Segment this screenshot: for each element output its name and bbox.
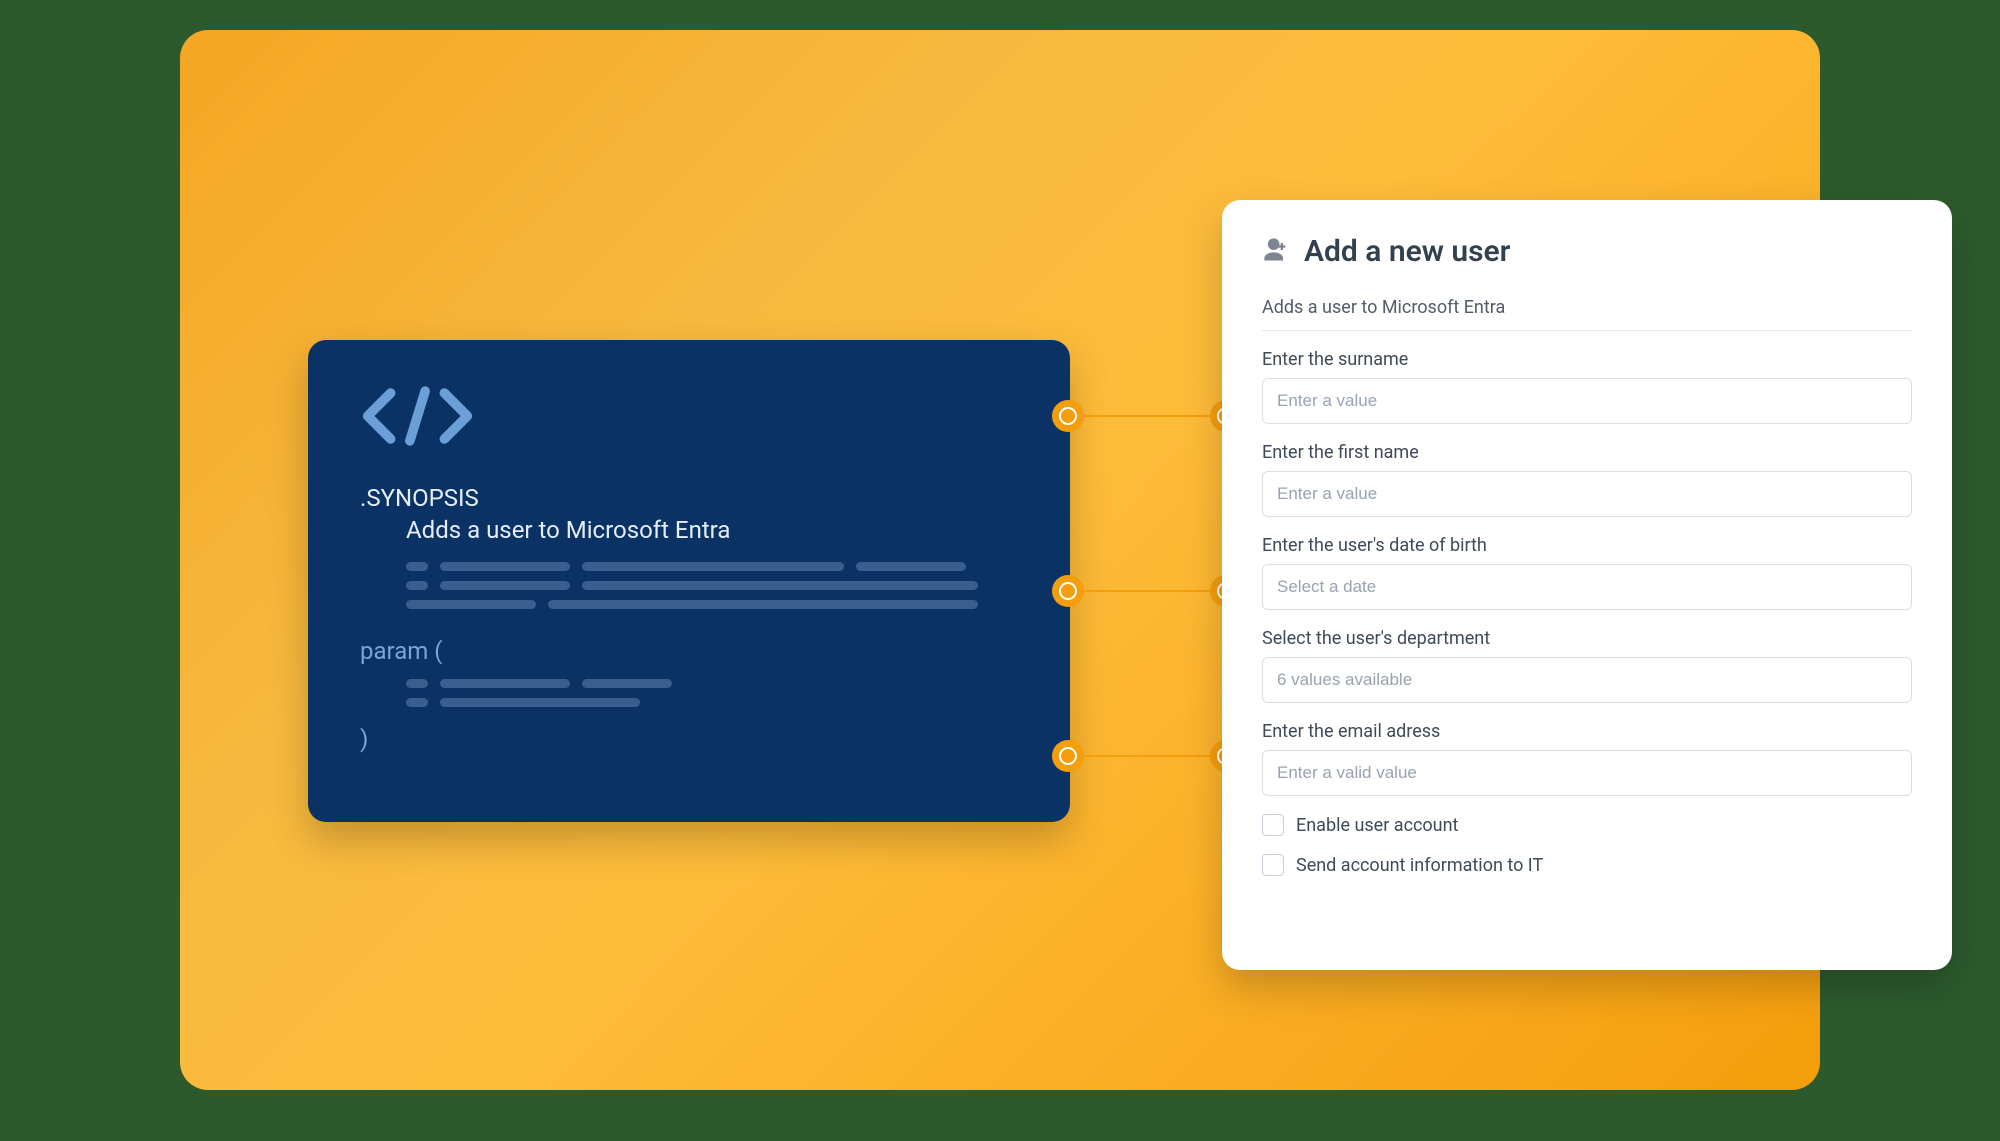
label-email: Enter the email adress [1262, 721, 1912, 742]
field-firstname: Enter the first name [1262, 442, 1912, 517]
param-open: param ( [360, 637, 1018, 665]
connector-2 [1052, 577, 1242, 605]
connector-1 [1052, 402, 1242, 430]
add-user-icon [1262, 236, 1290, 268]
connector-dot-icon [1052, 575, 1084, 607]
code-card: .SYNOPSIS Adds a user to Microsoft Entra… [308, 340, 1070, 822]
form-header: Add a new user [1262, 234, 1912, 269]
check-label-enable: Enable user account [1296, 815, 1458, 836]
label-dob: Enter the user's date of birth [1262, 535, 1912, 556]
code-icon [360, 384, 1018, 452]
field-dob: Enter the user's date of birth [1262, 535, 1912, 610]
checkbox-sendit[interactable] [1262, 854, 1284, 876]
field-email: Enter the email adress [1262, 721, 1912, 796]
param-close: ) [360, 725, 1018, 753]
synopsis-text: Adds a user to Microsoft Entra [406, 516, 1018, 544]
redacted-block-2 [406, 679, 1018, 707]
checkbox-enable[interactable] [1262, 814, 1284, 836]
form-title: Add a new user [1304, 234, 1510, 269]
label-department: Select the user's department [1262, 628, 1912, 649]
check-row-enable: Enable user account [1262, 814, 1912, 836]
field-surname: Enter the surname [1262, 349, 1912, 424]
field-department: Select the user's department [1262, 628, 1912, 703]
redacted-block-1 [406, 562, 1018, 609]
select-department[interactable] [1262, 657, 1912, 703]
check-label-sendit: Send account information to IT [1296, 855, 1543, 876]
connector-dot-icon [1052, 400, 1084, 432]
canvas: .SYNOPSIS Adds a user to Microsoft Entra… [180, 30, 1820, 1090]
connector-3 [1052, 742, 1242, 770]
input-surname[interactable] [1262, 378, 1912, 424]
label-firstname: Enter the first name [1262, 442, 1912, 463]
synopsis-keyword: .SYNOPSIS [360, 484, 1018, 512]
input-email[interactable] [1262, 750, 1912, 796]
connector-dot-icon [1052, 740, 1084, 772]
form-subtitle: Adds a user to Microsoft Entra [1262, 297, 1912, 331]
input-dob[interactable] [1262, 564, 1912, 610]
label-surname: Enter the surname [1262, 349, 1912, 370]
check-row-sendit: Send account information to IT [1262, 854, 1912, 876]
form-card: Add a new user Adds a user to Microsoft … [1222, 200, 1952, 970]
input-firstname[interactable] [1262, 471, 1912, 517]
